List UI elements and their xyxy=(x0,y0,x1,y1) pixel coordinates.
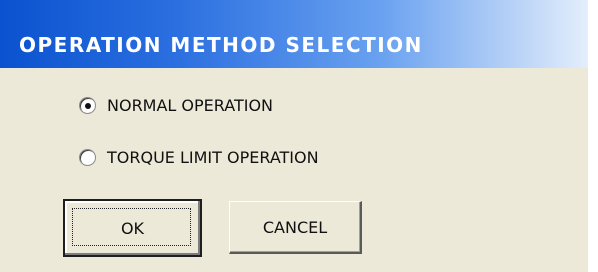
radio-label-torque-limit-operation: TORQUE LIMIT OPERATION xyxy=(107,147,319,167)
radio-option-torque-limit-operation[interactable]: TORQUE LIMIT OPERATION xyxy=(79,145,319,169)
dialog-title: OPERATION METHOD SELECTION xyxy=(19,33,423,57)
window-edge xyxy=(588,0,598,272)
radio-button-unselected[interactable] xyxy=(79,148,96,166)
radio-button-selected[interactable] xyxy=(79,96,96,114)
focus-rectangle xyxy=(72,208,191,246)
radio-option-normal-operation[interactable]: NORMAL OPERATION xyxy=(79,93,273,117)
ok-button[interactable]: OK xyxy=(63,199,202,257)
radio-label-normal-operation: NORMAL OPERATION xyxy=(107,95,274,115)
title-bar: OPERATION METHOD SELECTION xyxy=(0,0,588,68)
operation-method-dialog: OPERATION METHOD SELECTION NORMAL OPERAT… xyxy=(0,0,598,272)
cancel-button[interactable]: CANCEL xyxy=(229,201,362,254)
cancel-button-label: CANCEL xyxy=(262,217,328,237)
radio-dot xyxy=(85,102,91,109)
